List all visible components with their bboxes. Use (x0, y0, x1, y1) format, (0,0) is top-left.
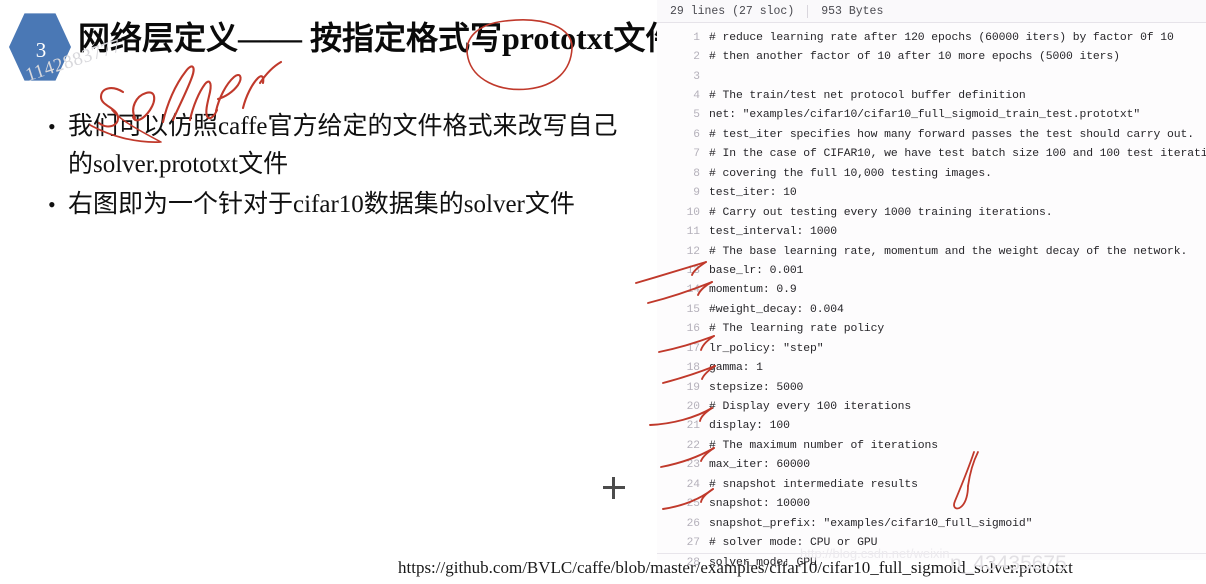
slide-left-pane: 3 网络层定义—— 按指定格式写prototxt文件 1142883777 • … (0, 0, 678, 584)
code-line: 8 # covering the full 10,000 testing imag… (657, 164, 1206, 183)
code-line-number: 15 (686, 303, 700, 316)
meta-divider (807, 4, 809, 18)
code-line-number: 13 (686, 264, 700, 277)
code-line-content: snapshot: 10000 (709, 498, 811, 511)
code-line: 25 snapshot: 10000 (657, 495, 1206, 514)
code-line-content: gamma: 1 (709, 362, 763, 375)
bullet-text-1: 我们可以仿照caffe官方给定的文件格式来改写自己的solver.prototx… (68, 113, 618, 178)
code-line-number: 1 (693, 31, 700, 44)
code-line-content: # The learning rate policy (709, 323, 885, 336)
code-line: 11 test_interval: 1000 (657, 222, 1206, 241)
code-line-number: 10 (686, 206, 700, 219)
code-line-count-label: 29 lines (27 sloc) (670, 4, 795, 18)
code-line-number: 6 (693, 128, 700, 141)
code-line-number: 16 (686, 323, 700, 336)
code-line: 4 # The train/test net protocol buffer de… (657, 86, 1206, 105)
code-line-content: # then another factor of 10 after 10 mor… (709, 51, 1120, 64)
slide-canvas: 3 网络层定义—— 按指定格式写prototxt文件 1142883777 • … (0, 0, 1206, 584)
code-line: 14 momentum: 0.9 (657, 281, 1206, 300)
code-lines-container[interactable]: 1 # reduce learning rate after 120 epochs… (657, 23, 1206, 569)
code-line-number: 4 (693, 90, 700, 103)
code-line: 22 # The maximum number of iterations (657, 436, 1206, 455)
bullet-marker-icon: • (48, 114, 56, 139)
code-line-number: 2 (693, 51, 700, 64)
code-line-content: test_iter: 10 (709, 187, 797, 200)
page-title: 网络层定义—— 按指定格式写prototxt文件 (78, 20, 678, 56)
code-line-number: 5 (693, 109, 700, 122)
code-line: 15 #weight_decay: 0.004 (657, 300, 1206, 319)
code-line: 18 gamma: 1 (657, 358, 1206, 377)
code-file-meta-bar: 29 lines (27 sloc) 953 Bytes (657, 0, 1206, 23)
code-line-content: # test_iter specifies how many forward p… (709, 128, 1194, 141)
bullet-item-2: • 右图即为一个针对于cifar10数据集的solver文件 (42, 186, 642, 224)
code-line-content: snapshot_prefix: "examples/cifar10_full_… (709, 517, 1033, 530)
code-line-content: # The train/test net protocol buffer def… (709, 90, 1026, 103)
code-line-number: 9 (693, 187, 700, 200)
code-line-number: 14 (686, 284, 700, 297)
code-line-content: # The base learning rate, momentum and t… (709, 245, 1188, 258)
code-line: 10 # Carry out testing every 1000 trainin… (657, 203, 1206, 222)
code-line-content: #weight_decay: 0.004 (709, 303, 844, 316)
code-line-number: 23 (686, 459, 700, 472)
code-line: 16 # The learning rate policy (657, 320, 1206, 339)
code-line: 23 max_iter: 60000 (657, 456, 1206, 475)
code-line-number: 24 (686, 478, 700, 491)
code-line-number: 3 (693, 70, 700, 83)
code-line: 20 # Display every 100 iterations (657, 397, 1206, 416)
code-line-content: # covering the full 10,000 testing image… (709, 167, 992, 180)
code-line: 19 stepsize: 5000 (657, 378, 1206, 397)
code-line-content: base_lr: 0.001 (709, 264, 804, 277)
code-line-content: # Carry out testing every 1000 training … (709, 206, 1053, 219)
code-line: 13 base_lr: 0.001 (657, 261, 1206, 280)
code-line: 3 (657, 67, 1206, 86)
code-line: 1 # reduce learning rate after 120 epochs… (657, 28, 1206, 47)
code-line-content: # reduce learning rate after 120 epochs … (709, 31, 1174, 44)
code-line: 21 display: 100 (657, 417, 1206, 436)
bullet-item-1: • 我们可以仿照caffe官方给定的文件格式来改写自己的solver.proto… (42, 108, 642, 184)
code-line-number: 8 (693, 167, 700, 180)
code-line-number: 12 (686, 245, 700, 258)
code-line: 12 # The base learning rate, momentum and… (657, 242, 1206, 261)
code-line-number: 11 (686, 226, 700, 239)
code-line-content: display: 100 (709, 420, 790, 433)
code-line-content: # The maximum number of iterations (709, 439, 939, 452)
code-line-content: momentum: 0.9 (709, 284, 797, 297)
code-line-number: 21 (686, 420, 700, 433)
code-line-number: 18 (686, 362, 700, 375)
code-line: 7 # In the case of CIFAR10, we have test … (657, 145, 1206, 164)
code-line: 5 net: "examples/cifar10/cifar10_full_sig… (657, 106, 1206, 125)
code-line-content: net: "examples/cifar10/cifar10_full_sigm… (709, 109, 1141, 122)
code-line-number: 19 (686, 381, 700, 394)
code-line-number: 22 (686, 439, 700, 452)
code-line: 9 test_iter: 10 (657, 184, 1206, 203)
code-line: 26 snapshot_prefix: "examples/cifar10_ful… (657, 514, 1206, 533)
code-line-number: 7 (693, 148, 700, 161)
code-line-content: test_interval: 1000 (709, 226, 837, 239)
code-line-number: 17 (686, 342, 700, 355)
code-line-content: max_iter: 60000 (709, 459, 811, 472)
code-line-content: lr_policy: "step" (709, 342, 824, 355)
code-viewer-panel: 29 lines (27 sloc) 953 Bytes 1 # reduce l… (657, 0, 1206, 569)
code-line-content: stepsize: 5000 (709, 381, 804, 394)
code-line-content: # In the case of CIFAR10, we have test b… (709, 148, 1206, 161)
code-line: 17 lr_policy: "step" (657, 339, 1206, 358)
move-crosshair-cursor[interactable] (603, 477, 625, 499)
code-line: 2 # then another factor of 10 after 10 mo… (657, 47, 1206, 66)
blog-id-watermark: n_43435675 (950, 552, 1067, 575)
code-line-content: # snapshot intermediate results (709, 478, 918, 491)
code-byte-size-label: 953 Bytes (821, 4, 884, 18)
code-line-number: 20 (686, 401, 700, 414)
code-line: 24 # snapshot intermediate results (657, 475, 1206, 494)
code-line-number: 26 (686, 517, 700, 530)
code-line-number: 25 (686, 498, 700, 511)
code-line-content: # Display every 100 iterations (709, 401, 912, 414)
code-line: 6 # test_iter specifies how many forward … (657, 125, 1206, 144)
bullet-marker-icon: • (48, 192, 56, 217)
bullet-text-2: 右图即为一个针对于cifar10数据集的solver文件 (68, 191, 575, 218)
code-line-number: 27 (686, 537, 700, 550)
